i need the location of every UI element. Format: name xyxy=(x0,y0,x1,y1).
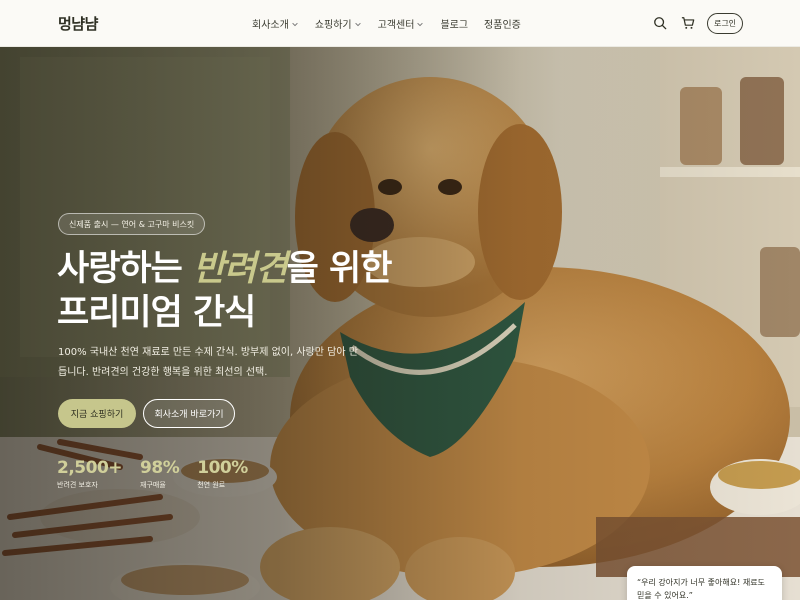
nav-item-label: 정품인증 xyxy=(484,20,521,31)
chevron-down-icon xyxy=(417,22,424,26)
nav-item-label: 쇼핑하기 xyxy=(314,20,352,31)
new-product-badge: 신제품 출시 — 연어 & 고구마 비스킷 xyxy=(58,213,206,235)
stat-value: 100% xyxy=(197,458,248,478)
stat-value: 2,500+ xyxy=(57,458,123,478)
nav-item-label: 고객센터 xyxy=(377,20,415,31)
stat-item: 2,500+ 반려견 보호자 xyxy=(57,458,123,490)
nav-item-shop[interactable]: 쇼핑하기 xyxy=(315,16,362,31)
stat-label: 천연 원료 xyxy=(197,481,226,489)
chevron-down-icon xyxy=(292,22,298,26)
company-intro-button[interactable]: 회사소개 바로가기 xyxy=(143,399,235,428)
nav-item-label: 블로그 xyxy=(440,20,469,31)
stat-item: 98% 재구매율 xyxy=(140,458,180,490)
testimonial-card: “우리 강아지가 너무 좋아해요! 재료도 믿을 수 있어요.” xyxy=(627,566,782,600)
site-logo[interactable]: 멍냠냠 xyxy=(58,13,98,34)
login-button[interactable]: 로그인 xyxy=(707,13,743,34)
cart-icon[interactable] xyxy=(681,16,695,30)
nav-item-company[interactable]: 회사소개 xyxy=(252,16,299,31)
stat-label: 반려견 보호자 xyxy=(57,481,98,489)
hero-headline: 사랑하는 반려견을 위한 프리미엄 간식 xyxy=(57,247,393,335)
stat-item: 100% 천연 원료 xyxy=(197,458,248,490)
nav-item-authentication[interactable]: 정품인증 xyxy=(484,16,521,31)
nav-item-blog[interactable]: 블로그 xyxy=(440,16,468,31)
shop-now-button[interactable]: 지금 쇼핑하기 xyxy=(58,399,136,428)
nav-item-support[interactable]: 고객센터 xyxy=(378,16,425,31)
main-nav: 회사소개 쇼핑하기 고객센터 블로그 정품인증 xyxy=(252,0,537,47)
chevron-down-icon xyxy=(354,22,361,26)
stat-value: 98% xyxy=(140,458,180,478)
hero-stats: 2,500+ 반려견 보호자 98% 재구매율 100% 천연 원료 xyxy=(57,458,266,490)
hero-description: 100% 국내산 천연 재료로 만든 수제 간식. 방부제 없이, 사랑만 담아… xyxy=(58,347,358,378)
stat-label: 재구매율 xyxy=(140,481,166,489)
search-icon[interactable] xyxy=(653,16,667,30)
headline-text: 을 위한 xyxy=(286,249,393,289)
nav-item-label: 회사소개 xyxy=(252,20,289,31)
headline-text: 프리미엄 간식 xyxy=(57,293,256,333)
headline-text: 사랑하는 xyxy=(57,249,193,289)
site-header: 멍냠냠 회사소개 쇼핑하기 고객센터 블로그 정품인증 로그인 xyxy=(0,0,800,47)
testimonial-text: “우리 강아지가 너무 좋아해요! 재료도 믿을 수 있어요.” xyxy=(637,578,765,600)
headline-accent: 반려견 xyxy=(193,249,288,289)
